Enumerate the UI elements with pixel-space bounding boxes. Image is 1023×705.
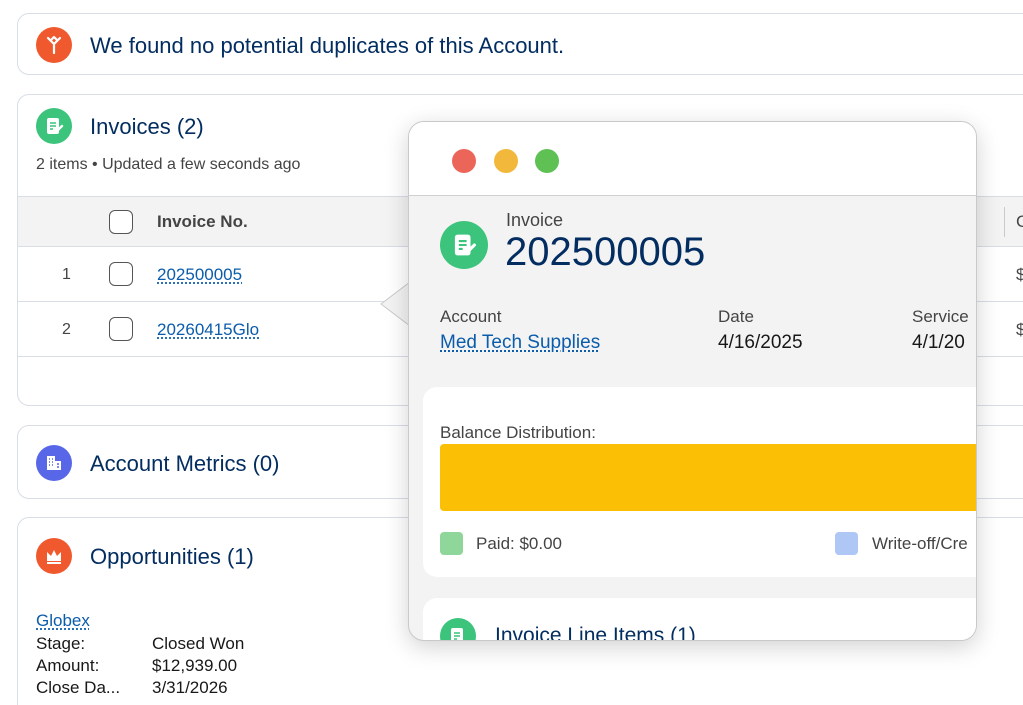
paid-legend-swatch — [440, 532, 463, 555]
row-checkbox[interactable] — [109, 317, 133, 341]
duplicates-message: We found no potential duplicates of this… — [90, 33, 565, 58]
invoices-title[interactable]: Invoices (2) — [90, 114, 204, 140]
select-all-checkbox[interactable] — [109, 210, 133, 234]
opportunity-field-amount: Amount: $12,939.00 — [36, 656, 237, 676]
field-value: 3/31/2026 — [152, 678, 228, 697]
field-value: $12,939.00 — [152, 656, 238, 675]
date-value: 4/16/2025 — [718, 332, 803, 353]
invoice-preview-popover: Invoice 202500005 Account Med Tech Suppl… — [408, 121, 977, 641]
invoice-link[interactable]: 20260415Glo — [157, 320, 259, 340]
balance-distribution-card: Balance Distribution: Paid: $0.00 Write-… — [423, 387, 976, 577]
service-label: Service — [912, 307, 969, 326]
paid-legend-label: Paid: $0.00 — [476, 534, 563, 553]
balance-title: Balance Distribution: — [440, 423, 596, 442]
invoice-icon — [440, 618, 476, 640]
merge-icon — [36, 27, 72, 63]
field-label: Close Da... — [36, 678, 121, 697]
field-label: Stage: — [36, 634, 86, 653]
invoice-icon — [440, 221, 488, 269]
date-label: Date — [718, 307, 754, 326]
opportunities-title[interactable]: Opportunities (1) — [90, 544, 254, 570]
row-number: 1 — [62, 266, 71, 283]
write-off-legend-label: Write-off/Cre — [872, 534, 968, 553]
column-separator — [1004, 207, 1005, 237]
maximize-window-button[interactable] — [535, 149, 559, 173]
opportunity-field-close-date: Close Da... 3/31/2026 — [36, 678, 228, 698]
building-icon — [36, 445, 72, 481]
duplicates-card: We found no potential duplicates of this… — [17, 13, 1023, 75]
invoices-subtitle: 2 items • Updated a few seconds ago — [36, 156, 301, 173]
opportunity-field-stage: Stage: Closed Won — [36, 634, 244, 654]
invoice-link[interactable]: 202500005 — [157, 265, 242, 285]
record-type-label: Invoice — [506, 210, 564, 230]
window-titlebar — [409, 122, 976, 196]
row-amount-clipped: $ — [1016, 265, 1023, 284]
invoice-line-items-title[interactable]: Invoice Line Items (1) — [495, 624, 696, 640]
row-checkbox[interactable] — [109, 262, 133, 286]
minimize-window-button[interactable] — [494, 149, 518, 173]
balance-bar — [440, 444, 976, 511]
invoice-number: 202500005 — [505, 230, 706, 274]
write-off-legend-swatch — [835, 532, 858, 555]
service-value: 4/1/20 — [912, 332, 965, 353]
field-value: Closed Won — [152, 634, 245, 653]
column-header-clipped[interactable]: C — [1016, 212, 1023, 232]
popover-content: Invoice 202500005 Account Med Tech Suppl… — [409, 122, 976, 640]
row-number: 2 — [62, 321, 71, 338]
account-link[interactable]: Med Tech Supplies — [440, 332, 600, 354]
account-label: Account — [440, 307, 502, 326]
invoice-icon — [36, 108, 72, 144]
row-amount-clipped: $ — [1016, 320, 1023, 339]
column-invoice-no[interactable]: Invoice No. — [157, 212, 248, 232]
field-label: Amount: — [36, 656, 100, 675]
invoice-line-items-card: Invoice Line Items (1) — [423, 598, 976, 640]
account-metrics-title[interactable]: Account Metrics (0) — [90, 451, 280, 477]
close-window-button[interactable] — [452, 149, 476, 173]
crown-icon — [36, 538, 72, 574]
opportunity-link[interactable]: Globex — [36, 611, 90, 631]
